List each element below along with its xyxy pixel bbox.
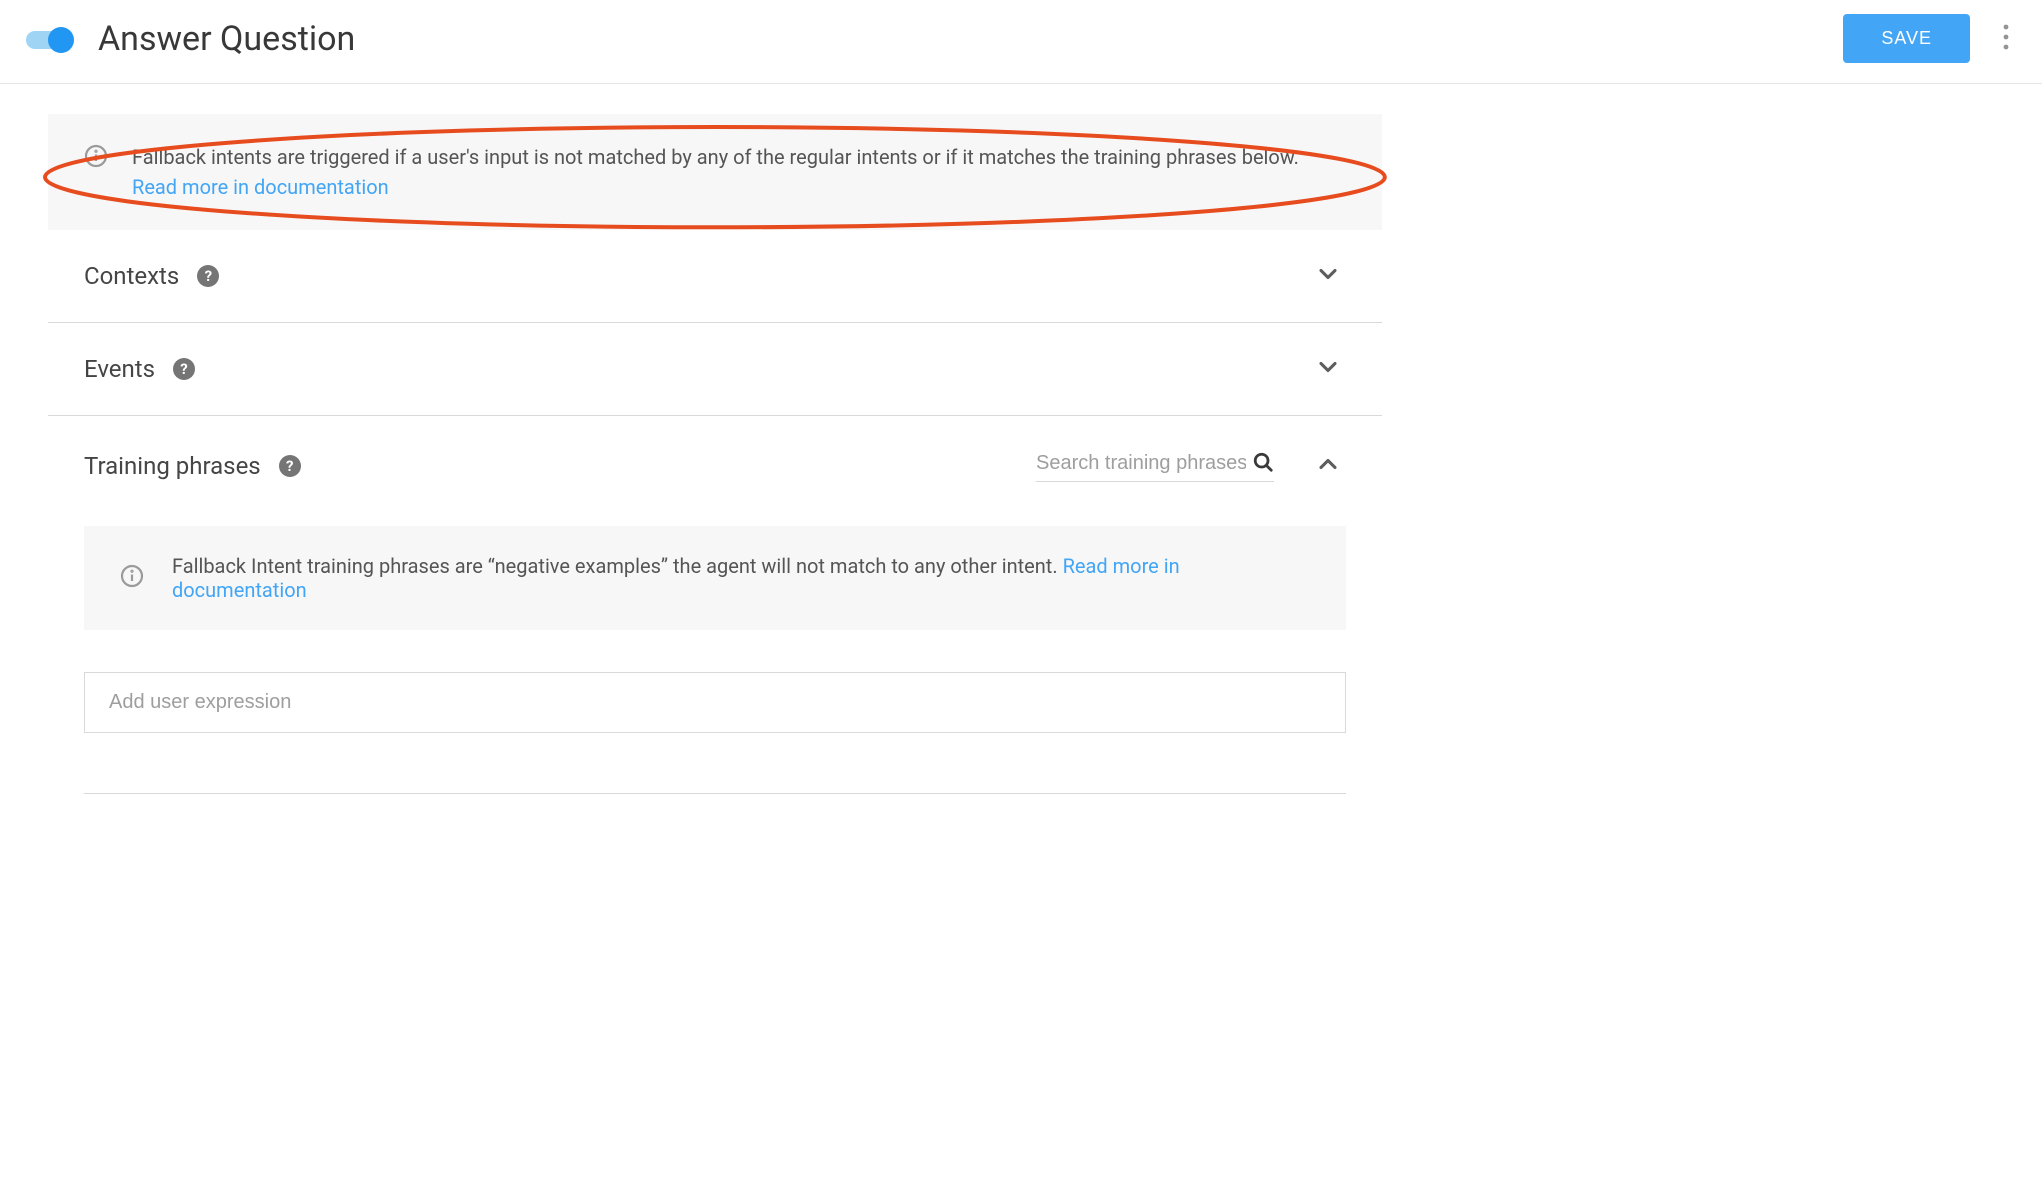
- training-phrases-title: Training phrases: [84, 452, 261, 480]
- events-section: Events ?: [48, 323, 1382, 416]
- add-user-expression-input[interactable]: [84, 672, 1346, 733]
- fallback-info-banner: Fallback intents are triggered if a user…: [48, 114, 1382, 230]
- fallback-info-text: Fallback intents are triggered if a user…: [132, 142, 1346, 202]
- info-icon: [120, 564, 144, 592]
- training-info-text: Fallback Intent training phrases are “ne…: [172, 554, 1310, 602]
- fallback-info-message: Fallback intents are triggered if a user…: [132, 145, 1299, 169]
- content-area: Fallback intents are triggered if a user…: [0, 84, 1430, 834]
- chevron-down-icon[interactable]: [1310, 256, 1346, 296]
- training-info-message: Fallback Intent training phrases are “ne…: [172, 554, 1063, 578]
- page-header: Answer Question SAVE: [0, 0, 2042, 84]
- save-button[interactable]: SAVE: [1843, 14, 1970, 63]
- contexts-help-icon[interactable]: ?: [197, 265, 219, 287]
- info-icon: [84, 144, 108, 172]
- events-title: Events: [84, 355, 155, 383]
- training-phrases-help-icon[interactable]: ?: [279, 455, 301, 477]
- intent-enabled-toggle[interactable]: [26, 29, 72, 49]
- events-header[interactable]: Events ?: [84, 323, 1346, 415]
- training-search-input[interactable]: [1036, 452, 1246, 475]
- more-menu-button[interactable]: [1996, 17, 2016, 61]
- chevron-up-icon[interactable]: [1310, 446, 1346, 486]
- training-phrases-section: Training phrases ? Fa: [48, 416, 1382, 794]
- divider: [84, 793, 1346, 794]
- training-phrases-header[interactable]: Training phrases ?: [84, 416, 1346, 516]
- training-search-wrap: [1036, 451, 1274, 482]
- events-help-icon[interactable]: ?: [173, 358, 195, 380]
- contexts-header[interactable]: Contexts ?: [84, 230, 1346, 322]
- chevron-down-icon[interactable]: [1310, 349, 1346, 389]
- fallback-doc-link[interactable]: Read more in documentation: [132, 175, 389, 199]
- contexts-section: Contexts ?: [48, 230, 1382, 323]
- more-vertical-icon: [2002, 23, 2010, 51]
- search-icon[interactable]: [1252, 451, 1274, 477]
- page-title: Answer Question: [98, 19, 1843, 59]
- training-info-banner: Fallback Intent training phrases are “ne…: [84, 526, 1346, 630]
- contexts-title: Contexts: [84, 262, 179, 290]
